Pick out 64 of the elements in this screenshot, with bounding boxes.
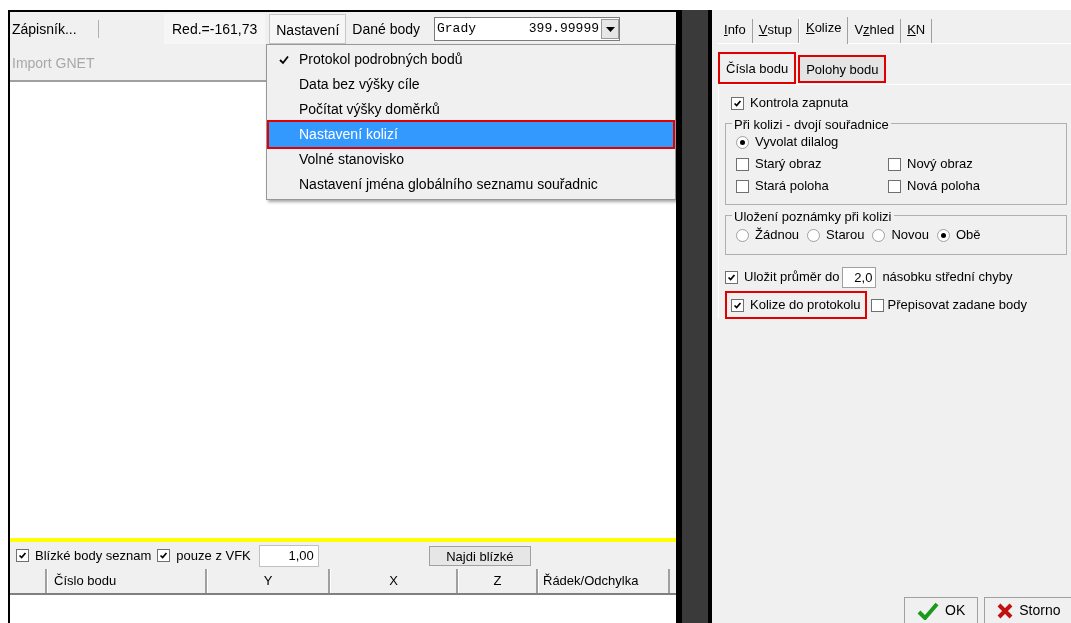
checkmark-icon — [17, 550, 28, 561]
radio-button[interactable] — [807, 228, 821, 242]
column-header[interactable]: Číslo bodu — [47, 569, 207, 593]
checkbox-label: Nový obraz — [907, 155, 973, 174]
checkbox-label: Stará poloha — [755, 177, 829, 196]
menu-item[interactable]: Nastavení jména globálního seznamu souřadnic — [269, 172, 673, 197]
column-header[interactable]: Řádek/Odchylka — [538, 569, 670, 593]
radio-button[interactable] — [736, 228, 749, 242]
checkbox-label: násobku střední chyby — [882, 268, 1013, 287]
column-header[interactable]: Z — [458, 569, 538, 593]
menu-item[interactable]: Počítat výšky doměrků — [269, 97, 673, 122]
radio-button[interactable] — [736, 135, 749, 149]
checkbox[interactable] — [736, 179, 749, 193]
reduction-value: Red.=-161,73 — [164, 14, 266, 44]
checkbox[interactable] — [888, 157, 901, 171]
subtab[interactable]: Polohy bodu — [798, 55, 887, 83]
angle-value: 399.99999 — [527, 20, 600, 39]
tab[interactable]: Info — [718, 19, 753, 43]
radio-label: Novou — [891, 226, 929, 245]
unit-text: Grady — [436, 20, 477, 39]
check-icon — [917, 601, 939, 620]
menu-button[interactable]: Dané body — [346, 14, 426, 44]
menu-item[interactable]: Volné stanovisko — [269, 147, 673, 172]
checkbox-label: Přepisovat zadane body — [887, 296, 1028, 315]
checkbox[interactable] — [736, 157, 749, 171]
tab[interactable]: KN — [901, 19, 933, 43]
dialog-button[interactable]: OK — [904, 597, 979, 623]
checkbox-label: Kolize do protokolu — [750, 296, 861, 315]
checkbox-label: Kontrola zapnuta — [750, 94, 849, 113]
notebook-label: Zápisník... — [12, 19, 78, 39]
radio-label: Vyvolat dilalog — [755, 133, 839, 152]
checkmark-icon — [158, 550, 170, 561]
checkbox-label: Nová poloha — [907, 177, 980, 196]
checkbox[interactable] — [888, 179, 901, 193]
dialog-button[interactable]: Storno — [984, 597, 1071, 623]
column-header[interactable]: X — [330, 569, 458, 593]
checkbox-label: Uložit průměr do — [744, 268, 840, 287]
checkbox-label: Blízké body seznam — [35, 546, 152, 565]
column-header[interactable]: Y — [207, 569, 330, 593]
menu-button[interactable]: Nastavení — [269, 14, 347, 44]
checkbox[interactable] — [725, 270, 738, 284]
radio-label: Starou — [826, 226, 865, 245]
unit-dropdown[interactable]: Grady 399.99999 — [434, 17, 620, 41]
checkbox[interactable] — [731, 96, 744, 110]
radio-label: Obě — [956, 226, 981, 245]
find-nearby-button[interactable]: Najdi blízké — [428, 545, 531, 566]
distance-input[interactable]: 1,00 — [258, 544, 319, 567]
checkbox[interactable] — [157, 549, 171, 562]
tab[interactable]: Kolize — [798, 17, 849, 44]
cross-icon — [997, 602, 1014, 619]
menu-item[interactable]: Protokol podrobných bodů — [269, 47, 673, 72]
tab[interactable]: Vstup — [752, 19, 799, 43]
checkbox[interactable] — [731, 298, 744, 312]
radio-button[interactable] — [937, 228, 950, 242]
radio-label: Žádnou — [755, 226, 800, 245]
checkbox-label: Starý obraz — [755, 155, 822, 174]
menu-item[interactable]: Data bez výšky cíle — [269, 72, 673, 97]
checkbox[interactable] — [870, 298, 884, 312]
checkbox[interactable] — [16, 549, 29, 562]
radio-button[interactable] — [872, 228, 886, 242]
tab[interactable]: Vzhled — [848, 19, 902, 43]
multiplier-input[interactable]: 2,0 — [842, 266, 877, 288]
subtab[interactable]: Čísla bodu — [718, 52, 797, 84]
checkbox-label: pouze z VFK — [176, 546, 251, 565]
